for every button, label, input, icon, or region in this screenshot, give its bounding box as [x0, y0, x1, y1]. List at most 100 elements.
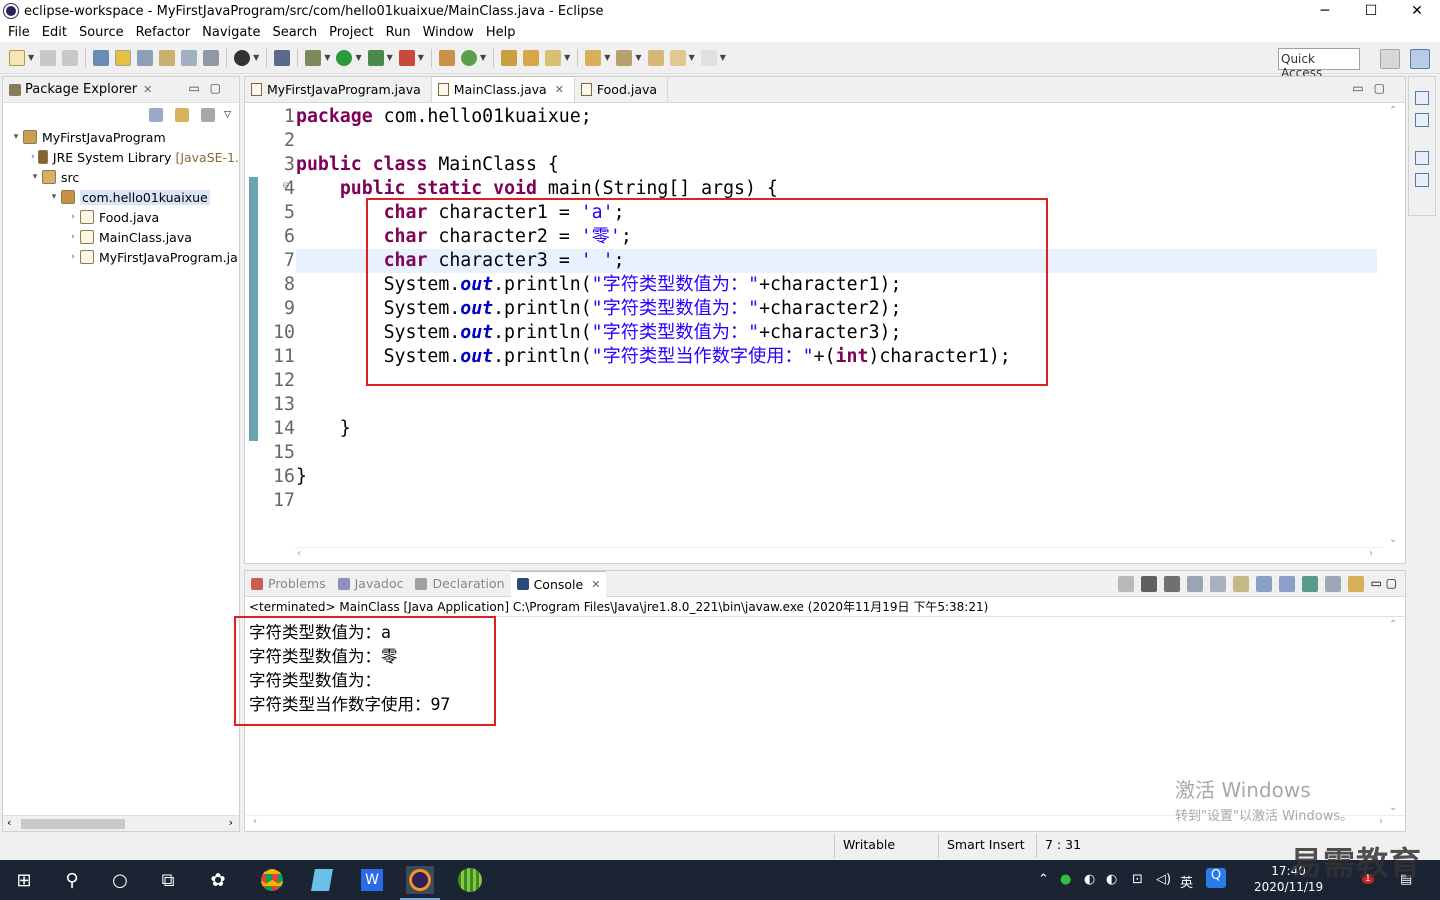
back-icon[interactable] — [669, 49, 686, 66]
external-run-dropdown-icon[interactable]: ▼ — [418, 53, 424, 62]
scroll-left-icon[interactable]: ‹ — [7, 816, 11, 829]
coverage-icon[interactable] — [367, 49, 384, 66]
quick-access-field[interactable]: Quick Access — [1278, 48, 1360, 80]
wps-writer-icon[interactable]: W — [358, 866, 386, 894]
next-edit-icon[interactable] — [585, 49, 602, 66]
block-selection-icon[interactable] — [181, 49, 198, 66]
chrome-icon[interactable] — [258, 866, 286, 894]
word-wrap-icon[interactable] — [1232, 576, 1249, 592]
coverage-dropdown-icon[interactable]: ▼ — [387, 53, 393, 62]
new-icon[interactable] — [9, 49, 25, 66]
back-dropdown-icon[interactable]: ▼ — [689, 53, 695, 62]
forward-dropdown-icon[interactable]: ▼ — [720, 53, 726, 62]
open-console-icon[interactable] — [1347, 576, 1364, 592]
search-icon[interactable]: ⚲ — [58, 866, 86, 894]
maximize-button[interactable]: ☐ — [1348, 0, 1394, 22]
external-run-icon[interactable] — [398, 49, 415, 66]
minimize-button[interactable]: ─ — [1302, 0, 1348, 22]
qq-input-icon[interactable]: Q — [1206, 868, 1226, 888]
expand-arrow-icon[interactable]: ▾ — [47, 192, 61, 202]
previous-edit-icon[interactable] — [616, 49, 633, 66]
code-line[interactable]: package com.hello01kuaixue; — [296, 105, 1377, 129]
new-class-dropdown-icon[interactable]: ▼ — [480, 53, 486, 62]
external-tools-icon[interactable] — [234, 49, 251, 66]
tree-item[interactable]: › Food.java — [3, 207, 239, 227]
volume-icon[interactable]: ◁) — [1156, 872, 1171, 887]
show-whitespace-icon[interactable] — [203, 49, 220, 66]
tree-item[interactable]: ▾ com.hello01kuaixue — [3, 187, 239, 207]
qq-icon[interactable]: ◐ — [1106, 872, 1117, 887]
wechat-icon[interactable]: ● — [1060, 872, 1071, 887]
open-type-icon[interactable] — [93, 49, 110, 66]
clear-console-icon[interactable] — [1186, 576, 1203, 592]
show-on-output-icon[interactable] — [1255, 576, 1272, 592]
code-line[interactable]: } — [296, 417, 1377, 441]
next-annotation-icon[interactable] — [159, 49, 176, 66]
debug-dropdown-icon[interactable]: ▼ — [324, 53, 330, 62]
last-edit-location-icon[interactable] — [647, 49, 664, 66]
toggle-mark-occurrences-icon[interactable] — [115, 49, 132, 66]
close-view-icon[interactable]: ✕ — [143, 83, 152, 96]
expand-arrow-icon[interactable]: › — [66, 212, 80, 222]
scroll-up-icon[interactable]: ⌃ — [1389, 105, 1397, 116]
menu-window[interactable]: Window — [417, 25, 480, 40]
pin-console-icon[interactable] — [1301, 576, 1318, 592]
expand-arrow-icon[interactable]: › — [28, 152, 38, 162]
expand-arrow-icon[interactable]: ▾ — [28, 172, 42, 182]
cortana-icon[interactable]: ○ — [106, 866, 134, 894]
notepad-icon[interactable] — [308, 866, 336, 894]
close-tab-icon[interactable]: ✕ — [555, 83, 564, 96]
scrollbar-thumb[interactable] — [21, 819, 125, 829]
menu-help[interactable]: Help — [480, 25, 522, 40]
scroll-left-icon[interactable]: ‹ — [297, 548, 301, 559]
save-all-icon[interactable] — [62, 49, 79, 66]
tree-item[interactable]: › JRE System Library [JavaSE-1. — [3, 147, 239, 167]
watermelon-app-icon[interactable] — [456, 866, 484, 894]
menu-run[interactable]: Run — [380, 25, 417, 40]
expand-arrow-icon[interactable]: ▾ — [9, 132, 23, 142]
remove-all-icon[interactable] — [1163, 576, 1180, 592]
show-on-error-icon[interactable] — [1278, 576, 1295, 592]
fold-icon[interactable]: ⊖ — [282, 181, 290, 191]
menu-search[interactable]: Search — [266, 25, 323, 40]
tree-item[interactable]: ▾ src — [3, 167, 239, 187]
code-line[interactable] — [296, 129, 1377, 153]
terminate-icon[interactable] — [1117, 576, 1134, 592]
skip-breakpoints-icon[interactable] — [274, 49, 291, 66]
tree-item[interactable]: ▾ MyFirstJavaProgram — [3, 127, 239, 147]
focus-icon[interactable] — [201, 108, 216, 122]
task-list-icon[interactable] — [1415, 113, 1429, 127]
close-window-button[interactable]: ✕ — [1394, 0, 1440, 22]
start-icon[interactable]: ⊞ — [10, 866, 38, 894]
save-icon[interactable] — [40, 49, 57, 66]
console-tab[interactable]: Console ✕ — [510, 570, 607, 597]
new-dropdown-icon[interactable]: ▼ — [28, 53, 34, 62]
qq-icon[interactable]: ◐ — [1084, 872, 1095, 887]
new-java-project-icon[interactable] — [438, 49, 455, 66]
restore-icon[interactable] — [1415, 151, 1429, 165]
forward-icon[interactable] — [700, 49, 717, 66]
tree-item[interactable]: › MainClass.java — [3, 227, 239, 247]
console-tab[interactable]: Problems — [245, 571, 332, 597]
outline-icon[interactable] — [1415, 173, 1429, 187]
editor-tab[interactable]: MainClass.java ✕ — [431, 76, 575, 102]
next-edit-dropdown-icon[interactable]: ▼ — [604, 53, 610, 62]
open-task-icon[interactable] — [523, 49, 540, 66]
run-icon[interactable] — [336, 49, 353, 66]
scroll-right-icon[interactable]: › — [1369, 548, 1373, 559]
search-dropdown-icon[interactable]: ▼ — [564, 53, 570, 62]
scroll-left-icon[interactable]: ‹ — [253, 816, 257, 827]
open-folder-icon[interactable] — [501, 49, 518, 66]
run-dropdown-icon[interactable]: ▼ — [355, 53, 361, 62]
menu-file[interactable]: File — [2, 25, 36, 40]
display-console-icon[interactable] — [1324, 576, 1341, 592]
restore-icon[interactable] — [1415, 91, 1429, 105]
view-min-max-icon[interactable]: ▭ ▢ — [1371, 576, 1398, 592]
horizontal-scrollbar[interactable]: ‹ › — [3, 815, 239, 831]
collapse-all-icon[interactable] — [149, 108, 164, 122]
external-tools-dropdown-icon[interactable]: ▼ — [253, 53, 259, 62]
editor-tab[interactable]: MyFirstJavaProgram.java — [245, 77, 432, 102]
code-line[interactable]: public class MainClass { — [296, 153, 1377, 177]
menu-navigate[interactable]: Navigate — [196, 25, 266, 40]
editor-tab[interactable]: Food.java — [575, 77, 669, 102]
